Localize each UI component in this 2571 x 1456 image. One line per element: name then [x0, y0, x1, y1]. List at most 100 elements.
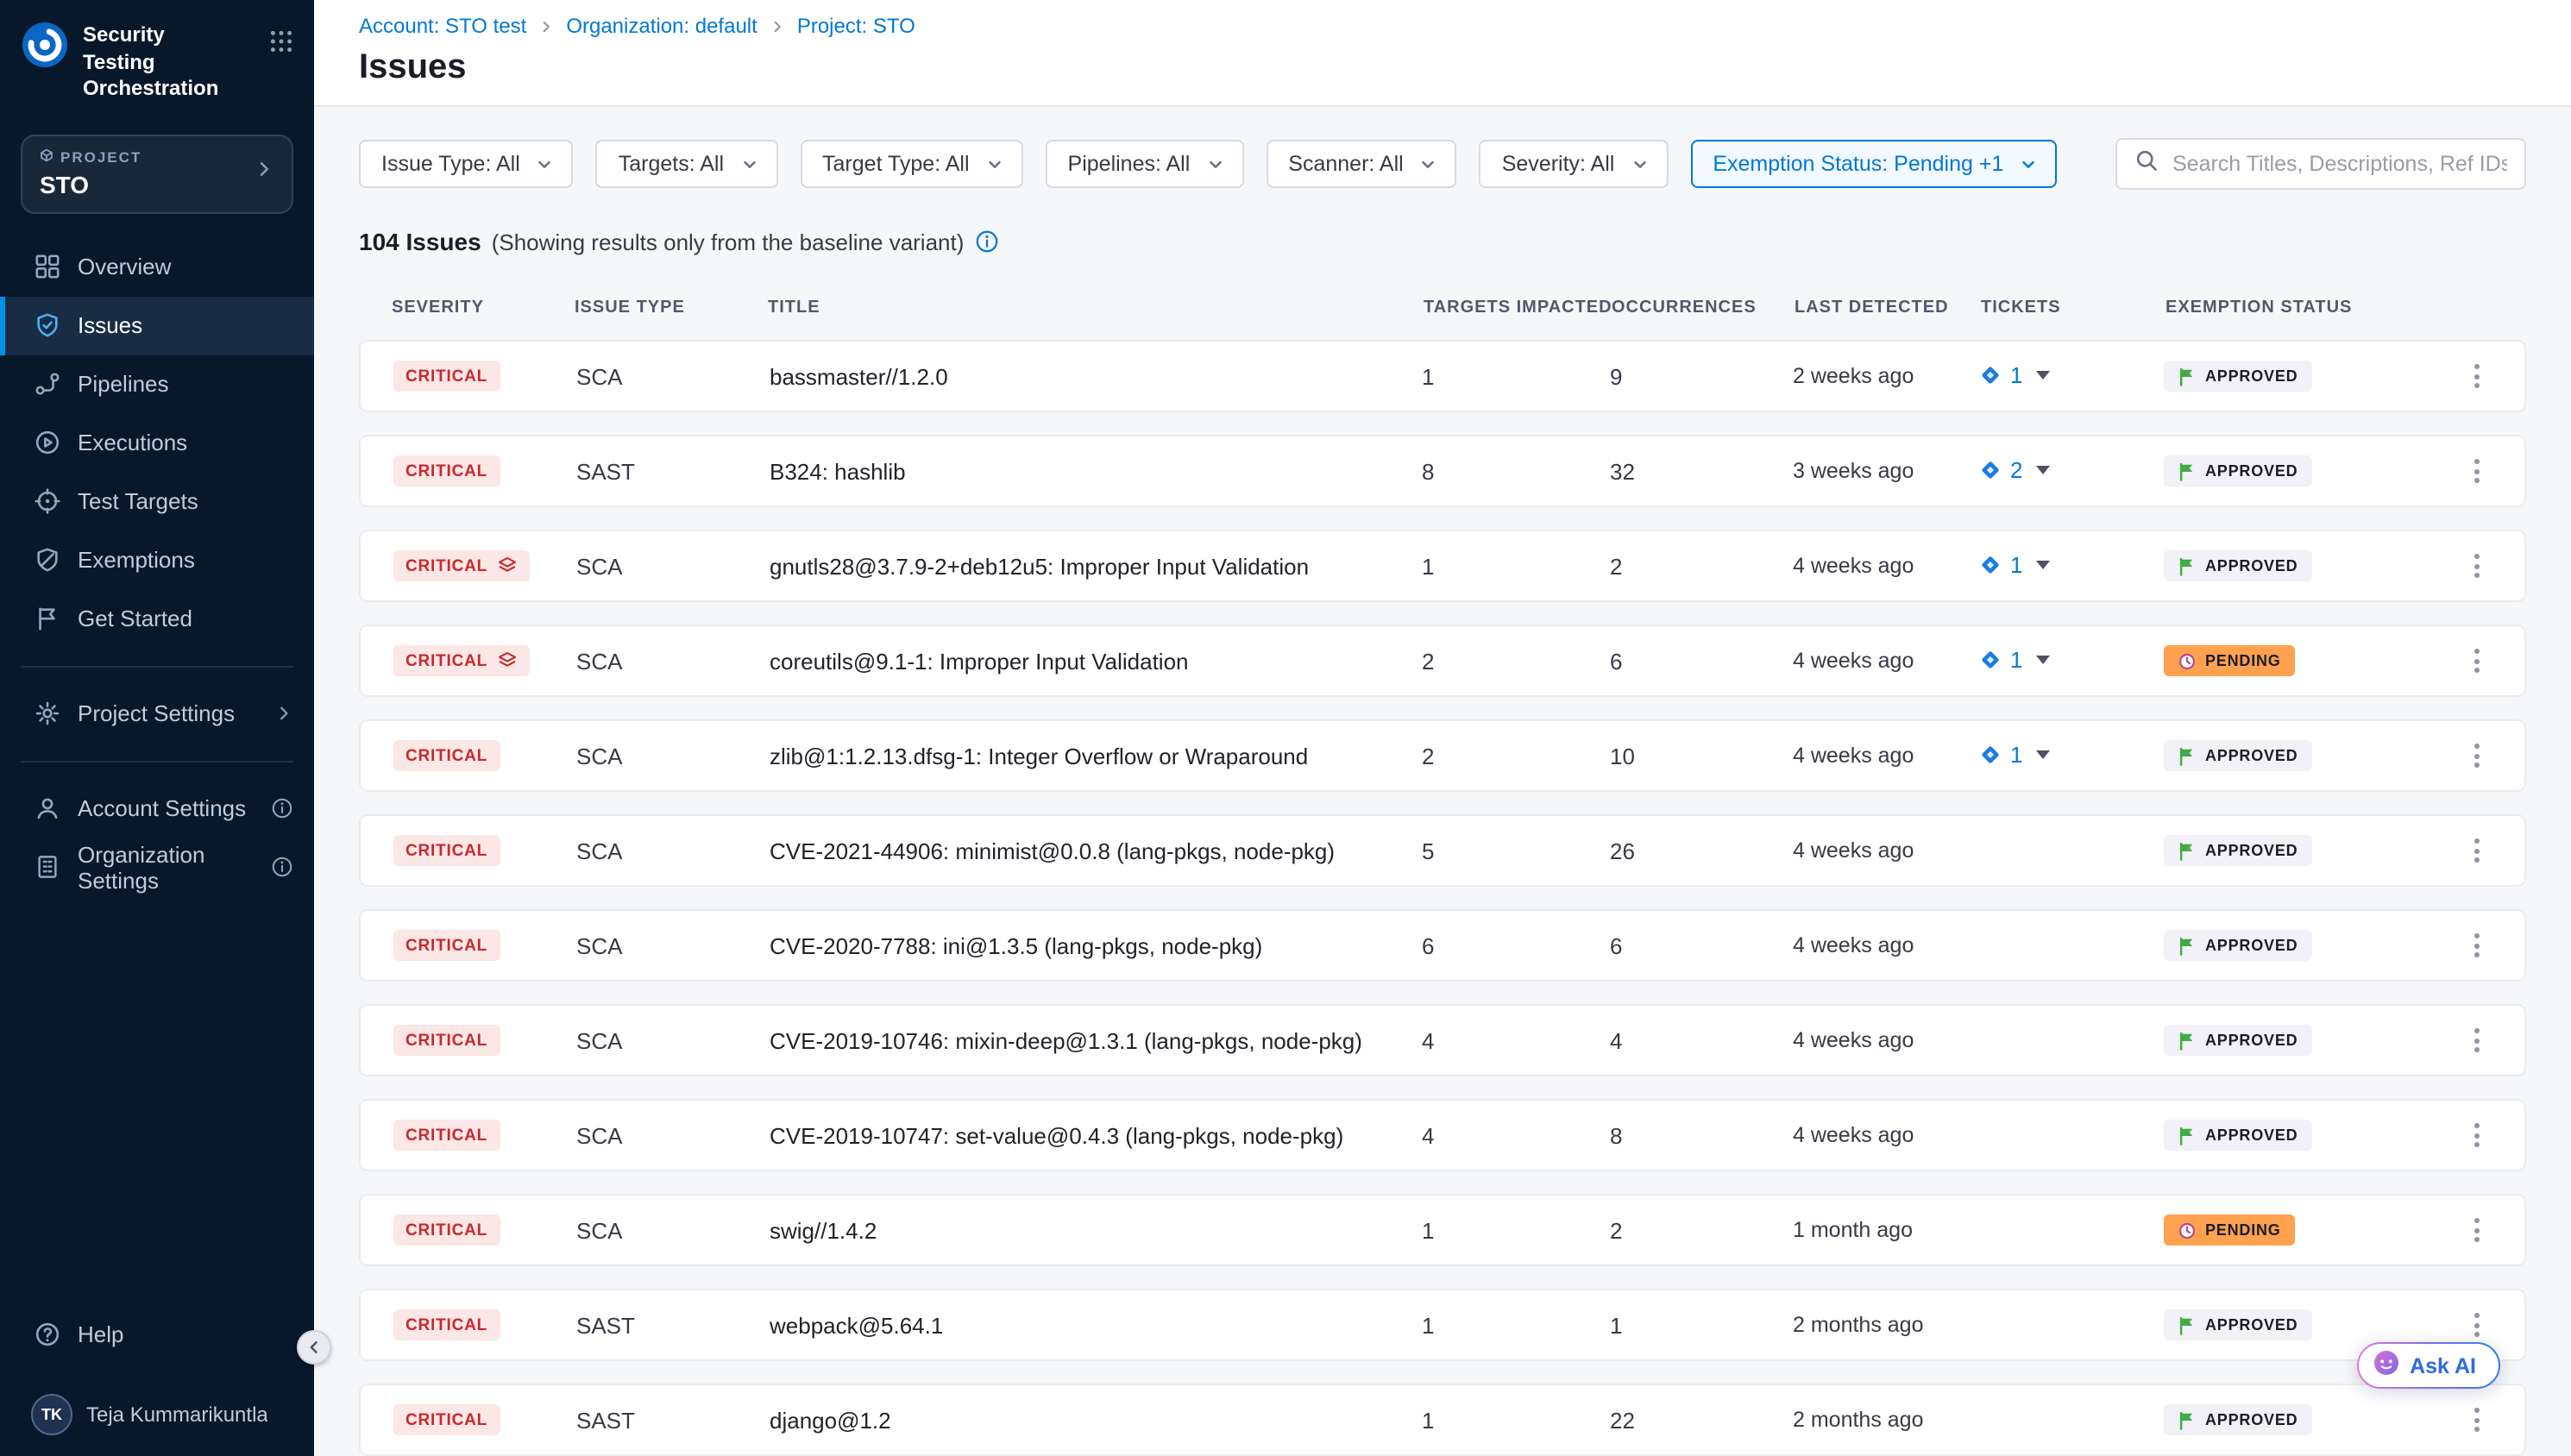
- row-menu-button[interactable]: [2455, 1304, 2497, 1346]
- table-row[interactable]: CRITICAL SCA bassmaster//1.2.0 1 9 2 wee…: [359, 340, 2526, 412]
- issue-title-link[interactable]: CVE-2020-7788: ini@1.3.5 (lang-pkgs, nod…: [770, 932, 1422, 958]
- table-row[interactable]: CRITICAL SAST django@1.2 1 22 2 months a…: [359, 1384, 2526, 1456]
- issue-title-link[interactable]: zlib@1:1.2.13.dfsg-1: Integer Overflow o…: [770, 743, 1422, 769]
- exemption-status-badge: PENDING: [2164, 645, 2295, 676]
- user-name: Teja Kummarikuntla: [86, 1403, 268, 1427]
- row-menu-button[interactable]: [2455, 735, 2497, 776]
- ticket-expand-caret-icon[interactable]: [2036, 655, 2050, 663]
- row-menu-button[interactable]: [2455, 355, 2497, 397]
- targets-impacted-cell: 1: [1422, 553, 1610, 579]
- search-icon: [2134, 147, 2159, 180]
- row-menu-button[interactable]: [2455, 1209, 2497, 1251]
- sidebar-item-organization-settings[interactable]: Organization Settings: [0, 838, 314, 897]
- filter-pipelines[interactable]: Pipelines: All: [1046, 140, 1244, 188]
- filter-targets[interactable]: Targets: All: [596, 140, 777, 188]
- status-label: APPROVED: [2205, 937, 2298, 954]
- sidebar-item-executions[interactable]: Executions: [0, 414, 314, 473]
- last-detected-cell: 2 weeks ago: [1793, 364, 1979, 388]
- table-row[interactable]: CRITICAL SCA CVE-2019-10746: mixin-deep@…: [359, 1004, 2526, 1076]
- table-row[interactable]: CRITICAL SCA CVE-2021-44906: minimist@0.…: [359, 814, 2526, 887]
- issue-type-cell: SAST: [576, 458, 770, 484]
- table-row[interactable]: CRITICAL SCA coreutils@9.1-1: Improper I…: [359, 624, 2526, 697]
- issue-title-link[interactable]: django@1.2: [770, 1407, 1422, 1433]
- search-box: [2115, 138, 2526, 190]
- issue-title-link[interactable]: swig//1.4.2: [770, 1217, 1422, 1243]
- ticket-link[interactable]: 1: [1979, 646, 2050, 672]
- sidebar-item-account-settings[interactable]: Account Settings: [0, 780, 314, 838]
- filter-issue-type[interactable]: Issue Type: All: [359, 140, 574, 188]
- row-menu-button[interactable]: [2455, 1399, 2497, 1440]
- sidebar-item-overview[interactable]: Overview: [0, 238, 314, 297]
- user-menu[interactable]: TK Teja Kummarikuntla: [0, 1380, 314, 1435]
- sidebar-item-label: Pipelines: [78, 372, 169, 398]
- issue-title-link[interactable]: CVE-2021-44906: minimist@0.0.8 (lang-pkg…: [770, 838, 1422, 863]
- sidebar-item-exemptions[interactable]: Exemptions: [0, 531, 314, 590]
- row-menu-button[interactable]: [2455, 545, 2497, 587]
- ticket-link[interactable]: 1: [1979, 551, 2050, 577]
- targets-impacted-cell: 1: [1422, 1407, 1610, 1433]
- issue-title-link[interactable]: gnutls28@3.7.9-2+deb12u5: Improper Input…: [770, 553, 1422, 579]
- table-row[interactable]: CRITICAL SCA swig//1.4.2 1 2 1 month ago…: [359, 1194, 2526, 1266]
- issue-title-link[interactable]: CVE-2019-10746: mixin-deep@1.3.1 (lang-p…: [770, 1027, 1422, 1053]
- content-area: Issue Type: All Targets: All Target Type…: [314, 107, 2571, 1456]
- table-row[interactable]: CRITICAL SAST webpack@5.64.1 1 1 2 month…: [359, 1289, 2526, 1361]
- help-button[interactable]: Help: [0, 1304, 314, 1363]
- approved-icon: [2178, 556, 2197, 575]
- ticket-expand-caret-icon[interactable]: [2036, 465, 2050, 474]
- ticket-link[interactable]: 2: [1979, 456, 2050, 482]
- filter-label: Pipelines: All: [1068, 152, 1191, 176]
- module-grid-icon[interactable]: [269, 29, 293, 62]
- sidebar-item-pipelines[interactable]: Pipelines: [0, 355, 314, 414]
- row-menu-button[interactable]: [2455, 1114, 2497, 1156]
- filter-scanner[interactable]: Scanner: All: [1266, 140, 1456, 188]
- ticket-expand-caret-icon[interactable]: [2036, 560, 2050, 568]
- jira-ticket-icon: [1979, 363, 2002, 386]
- issue-title-link[interactable]: coreutils@9.1-1: Improper Input Validati…: [770, 648, 1422, 674]
- ticket-expand-caret-icon[interactable]: [2036, 370, 2050, 379]
- sidebar-item-label: Organization Settings: [78, 842, 254, 894]
- breadcrumb-account[interactable]: Account: STO test: [359, 14, 526, 38]
- severity-cell: CRITICAL: [393, 455, 576, 487]
- row-actions-cell: [2455, 1304, 2524, 1346]
- chevron-down-icon: [1419, 154, 1438, 173]
- row-menu-button[interactable]: [2455, 1020, 2497, 1061]
- info-icon[interactable]: [271, 798, 293, 820]
- ticket-link[interactable]: 1: [1979, 741, 2050, 767]
- row-menu-button[interactable]: [2455, 830, 2497, 871]
- filter-exemption-status[interactable]: Exemption Status: Pending +1: [1690, 140, 2057, 188]
- sidebar-item-project-settings[interactable]: Project Settings: [0, 685, 314, 744]
- sidebar-item-get-started[interactable]: Get Started: [0, 590, 314, 649]
- severity-cell: CRITICAL: [393, 1309, 576, 1341]
- ticket-link[interactable]: 1: [1979, 361, 2050, 387]
- info-icon[interactable]: [974, 229, 998, 254]
- sidebar-item-test-targets[interactable]: Test Targets: [0, 473, 314, 531]
- issue-title-link[interactable]: webpack@5.64.1: [770, 1312, 1422, 1338]
- table-row[interactable]: CRITICAL SAST B324: hashlib 8 32 3 weeks…: [359, 435, 2526, 507]
- severity-label: CRITICAL: [405, 462, 487, 481]
- sidebar-item-issues[interactable]: Issues: [0, 297, 314, 355]
- search-input[interactable]: [2172, 152, 2507, 176]
- row-menu-button[interactable]: [2455, 450, 2497, 492]
- row-menu-button[interactable]: [2455, 925, 2497, 966]
- app-title: Security Testing Orchestration: [83, 21, 242, 104]
- table-row[interactable]: CRITICAL SCA zlib@1:1.2.13.dfsg-1: Integ…: [359, 719, 2526, 792]
- page-title: Issues: [359, 48, 2526, 105]
- occurrences-cell: 9: [1610, 363, 1793, 389]
- breadcrumb-project[interactable]: Project: STO: [797, 14, 915, 38]
- row-menu-button[interactable]: [2455, 640, 2497, 681]
- info-icon[interactable]: [271, 857, 293, 879]
- table-row[interactable]: CRITICAL SCA CVE-2019-10747: set-value@0…: [359, 1099, 2526, 1171]
- filter-severity[interactable]: Severity: All: [1480, 140, 1669, 188]
- issue-title-link[interactable]: CVE-2019-10747: set-value@0.4.3 (lang-pk…: [770, 1122, 1422, 1148]
- targets-impacted-cell: 2: [1422, 648, 1610, 674]
- breadcrumb-organization[interactable]: Organization: default: [566, 14, 757, 38]
- table-row[interactable]: CRITICAL SCA gnutls28@3.7.9-2+deb12u5: I…: [359, 530, 2526, 602]
- table-row[interactable]: CRITICAL SCA CVE-2020-7788: ini@1.3.5 (l…: [359, 909, 2526, 982]
- project-selector[interactable]: PROJECT STO: [21, 135, 293, 214]
- sidebar-collapse-button[interactable]: [297, 1330, 331, 1365]
- issue-title-link[interactable]: bassmaster//1.2.0: [770, 363, 1422, 389]
- ticket-expand-caret-icon[interactable]: [2036, 750, 2050, 758]
- issue-title-link[interactable]: B324: hashlib: [770, 458, 1422, 484]
- ask-ai-button[interactable]: Ask AI: [2356, 1342, 2500, 1389]
- filter-target-type[interactable]: Target Type: All: [800, 140, 1023, 188]
